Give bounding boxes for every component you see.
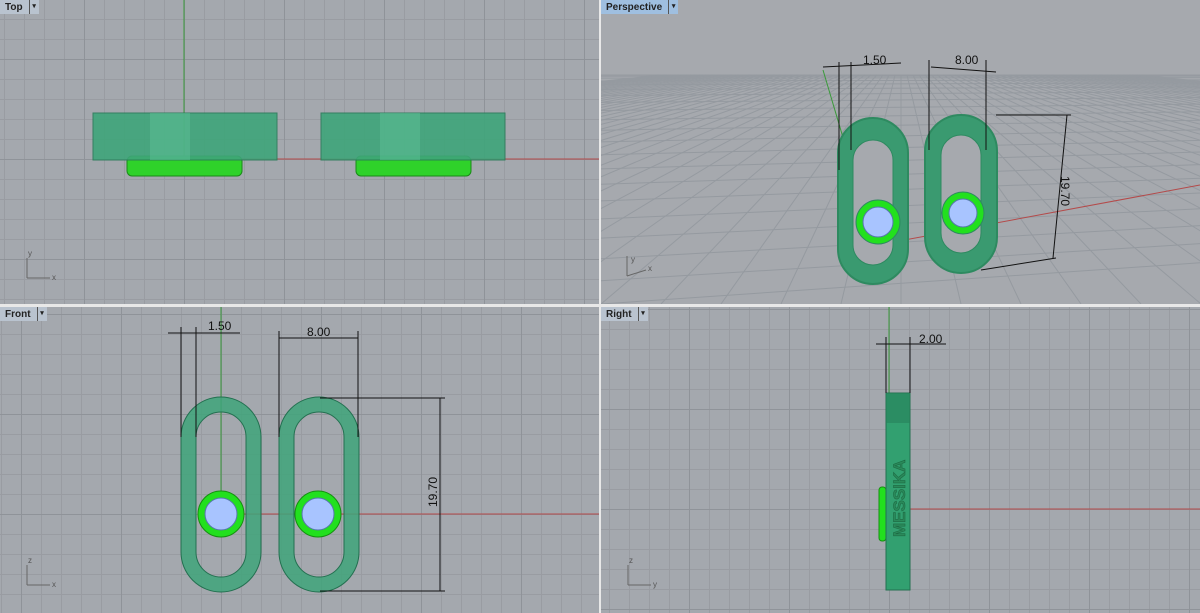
- ring-left-top: [92, 112, 278, 177]
- chevron-down-icon[interactable]: ▾: [637, 307, 648, 321]
- axis-label-x: x: [52, 580, 56, 589]
- viewport-top[interactable]: Top ▾ x y: [0, 0, 599, 304]
- perspective-view-canvas: 1.50 8.00 19.70 x y: [601, 53, 1200, 304]
- viewport-name: Right: [606, 308, 632, 320]
- axis-label-y: y: [28, 249, 32, 258]
- ring-right-top: [320, 112, 506, 177]
- axis-label-z: z: [28, 556, 32, 565]
- viewport-name: Top: [5, 1, 23, 13]
- chevron-down-icon[interactable]: ▾: [28, 0, 39, 14]
- grid-line: [1122, 74, 1200, 85]
- ring-left-perspective: [837, 117, 909, 285]
- viewport-title-right[interactable]: Right ▾: [601, 307, 648, 321]
- dimension-width[interactable]: 8.00: [307, 325, 331, 339]
- viewport-title-front[interactable]: Front ▾: [0, 307, 47, 321]
- axis-label-y: y: [631, 255, 635, 264]
- grid-line: [1116, 74, 1200, 86]
- dimension-gap[interactable]: 1.50: [863, 53, 887, 67]
- front-view-canvas: 1.50 8.00 19.70 x z: [26, 307, 599, 593]
- right-view-canvas: MESSIKA 2.00 y z: [627, 307, 1200, 591]
- dimension-gap[interactable]: 1.50: [208, 319, 232, 333]
- axis-label-y: y: [653, 580, 657, 589]
- grid-line: [1104, 74, 1200, 88]
- chevron-down-icon[interactable]: ▾: [36, 307, 47, 321]
- chevron-down-icon[interactable]: ▾: [668, 0, 678, 14]
- viewport-right[interactable]: Right ▾ MESSIKA 2.00 y z: [601, 307, 1200, 613]
- axis-label-x: x: [648, 264, 652, 273]
- top-view-canvas: x y: [26, 0, 599, 282]
- grid-line: [1068, 74, 1200, 96]
- viewport-title-perspective[interactable]: Perspective ▾: [601, 0, 679, 14]
- axis-label-x: x: [52, 273, 56, 282]
- viewport-perspective[interactable]: Perspective ▾ 1.50 8.00 19.70 x y: [601, 0, 1200, 304]
- axis-label-z: z: [629, 556, 633, 565]
- viewport-name: Perspective: [606, 1, 663, 13]
- dimension-height[interactable]: 19.70: [426, 477, 440, 507]
- axis-widget: [26, 258, 50, 279]
- viewport-name: Front: [5, 308, 31, 320]
- ring-right-front: [278, 396, 360, 593]
- dimension-width[interactable]: 8.00: [955, 53, 979, 67]
- engraving-text: MESSIKA: [890, 460, 909, 537]
- dimension-height[interactable]: 19.70: [1058, 176, 1072, 206]
- viewport-title-top[interactable]: Top ▾: [0, 0, 39, 14]
- dimension-thickness[interactable]: 2.00: [919, 332, 943, 346]
- viewport-front[interactable]: Front ▾ 1.50 8.00 19.70 x z: [0, 307, 599, 613]
